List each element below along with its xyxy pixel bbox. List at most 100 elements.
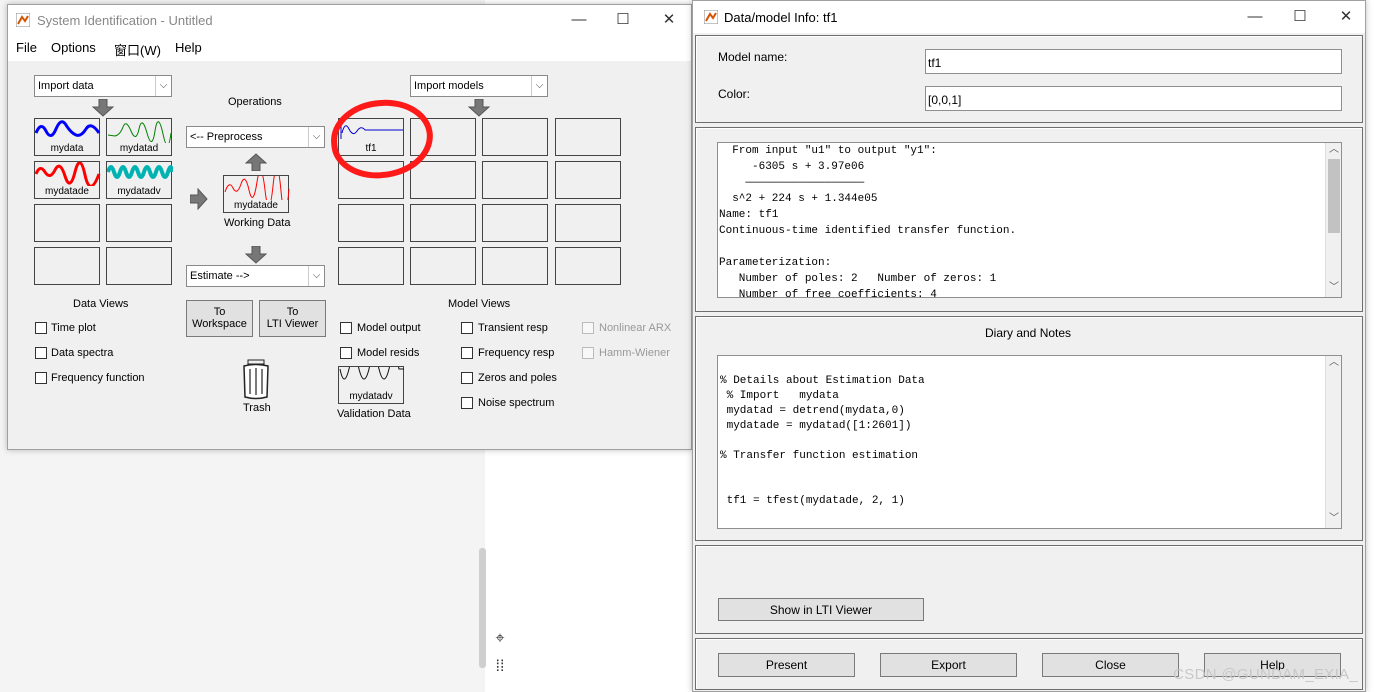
desktop-background-right <box>1365 0 1374 692</box>
data-tile-empty[interactable] <box>34 204 100 242</box>
model-name-field[interactable]: tf1 <box>925 49 1342 74</box>
zeros-and-poles-checkbox[interactable] <box>461 372 473 384</box>
chevron-down-icon: ⌵ <box>155 76 171 96</box>
to-lti-viewer-button[interactable]: To LTI Viewer <box>259 300 326 337</box>
frequency-function-checkbox[interactable] <box>35 372 47 384</box>
model-tile-empty[interactable] <box>482 204 548 242</box>
chevron-down-icon: ⌵ <box>308 127 324 147</box>
text-line: tf1 = tfest(mydatade, 2, 1) <box>720 495 905 507</box>
text-line: % Import mydata <box>720 390 839 402</box>
model-tile-empty[interactable] <box>482 247 548 285</box>
crosshair-icon[interactable]: ⌖ <box>490 630 510 650</box>
scroll-thumb[interactable] <box>1328 159 1340 233</box>
model-tile-empty[interactable] <box>410 247 476 285</box>
model-tile-empty[interactable] <box>338 247 404 285</box>
zeros-and-poles-label: Zeros and poles <box>478 372 557 384</box>
background-scrollbar[interactable] <box>479 548 486 668</box>
frequency-resp-checkbox[interactable] <box>461 347 473 359</box>
model-tile-empty[interactable] <box>555 118 621 156</box>
data-tile-empty[interactable] <box>106 204 172 242</box>
nonlinear-arx-checkbox <box>582 322 594 334</box>
minimize-icon[interactable]: — <box>1240 7 1270 27</box>
maximize-icon[interactable]: ☐ <box>608 10 638 30</box>
scroll-down-icon[interactable]: ﹀ <box>1326 513 1341 527</box>
model-info-textbox[interactable]: From input "u1" to output "y1": -6305 s … <box>717 142 1342 298</box>
diary-notes-textbox[interactable]: % Details about Estimation Data % Import… <box>717 355 1342 529</box>
data-tile-mydatad[interactable]: mydatad <box>106 118 172 156</box>
watermark-text: CSDN @GUNDAM_EXIA_ <box>1173 666 1358 683</box>
import-data-label: Import data <box>38 80 94 92</box>
transient-resp-checkbox[interactable] <box>461 322 473 334</box>
diary-notes-title: Diary and Notes <box>985 326 1072 340</box>
present-button[interactable]: Present <box>718 653 855 677</box>
text-line: -6305 s + 3.97e06 <box>719 161 865 173</box>
data-spectra-label: Data spectra <box>51 347 114 359</box>
operations-label: Operations <box>228 96 282 108</box>
data-tile-empty[interactable] <box>106 247 172 285</box>
estimate-label: Estimate --> <box>190 270 250 282</box>
text-line: —————————————————— <box>719 177 865 189</box>
model-tile-empty[interactable] <box>555 161 621 199</box>
model-tile-empty[interactable] <box>555 204 621 242</box>
model-tile-empty[interactable] <box>555 247 621 285</box>
diary-scrollbar[interactable]: ︿ ﹀ <box>1325 356 1341 528</box>
data-tile-mydatadv[interactable]: mydatadv <box>106 161 173 199</box>
model-tile-empty[interactable] <box>338 204 404 242</box>
close-icon[interactable]: ✕ <box>654 10 684 30</box>
noise-spectrum-checkbox[interactable] <box>461 397 473 409</box>
color-field[interactable]: [0,0,1] <box>925 86 1342 111</box>
fit-icon[interactable]: ⁞⁞ <box>490 658 510 678</box>
chevron-down-icon: ⌵ <box>308 266 324 286</box>
time-plot-checkbox[interactable] <box>35 322 47 334</box>
text-line: mydatad = detrend(mydata,0) <box>720 405 905 417</box>
model-resids-checkbox[interactable] <box>340 347 352 359</box>
trash-icon[interactable] <box>240 359 272 401</box>
working-data-tile[interactable]: mydatade <box>223 175 290 213</box>
model-tile-empty[interactable] <box>410 204 476 242</box>
model-info-scrollbar[interactable]: ︿ ﹀ <box>1325 143 1341 297</box>
scroll-down-icon[interactable]: ﹀ <box>1326 282 1341 296</box>
import-models-dropdown[interactable]: Import models ⌵ <box>410 75 548 97</box>
scroll-up-icon[interactable]: ︿ <box>1326 357 1341 371</box>
estimate-dropdown[interactable]: Estimate --> ⌵ <box>186 265 325 287</box>
data-tile-empty[interactable] <box>34 247 100 285</box>
window-title: Data/model Info: tf1 <box>724 10 838 25</box>
matlab-icon <box>704 10 718 24</box>
data-tile-mydatade[interactable]: mydatade <box>34 161 101 199</box>
text-line: Name: tf1 <box>719 209 779 221</box>
show-in-lti-viewer-button[interactable]: Show in LTI Viewer <box>718 598 924 621</box>
text-line: From input "u1" to output "y1": <box>719 145 937 157</box>
text-line: mydatade = mydatad([1:2601]) <box>720 420 912 432</box>
matlab-icon <box>16 13 30 27</box>
menu-help[interactable]: Help <box>175 40 202 55</box>
data-model-info-window: Data/model Info: tf1 — ☐ ✕ Model name: t… <box>692 0 1366 692</box>
close-icon[interactable]: ✕ <box>1331 7 1361 27</box>
scroll-up-icon[interactable]: ︿ <box>1326 144 1341 158</box>
signal-plot-icon <box>107 165 173 179</box>
model-tile-empty[interactable] <box>482 161 548 199</box>
text-line: Continuous-time identified transfer func… <box>719 225 1017 237</box>
menu-file[interactable]: File <box>16 40 37 55</box>
to-workspace-button[interactable]: To Workspace <box>186 300 253 337</box>
validation-data-tile[interactable]: mydatadv <box>338 366 404 404</box>
model-tile-empty[interactable] <box>410 161 476 199</box>
text-line: Number of free coefficients: 4 <box>719 289 937 298</box>
menu-window[interactable]: 窗口(W) <box>114 40 161 59</box>
model-tile-empty[interactable] <box>482 118 548 156</box>
model-output-checkbox[interactable] <box>340 322 352 334</box>
validation-data-caption: Validation Data <box>337 408 411 420</box>
preprocess-dropdown[interactable]: <-- Preprocess ⌵ <box>186 126 325 148</box>
import-data-dropdown[interactable]: Import data ⌵ <box>34 75 172 97</box>
signal-plot-icon <box>107 121 172 143</box>
menu-options[interactable]: Options <box>51 40 96 55</box>
trash-label: Trash <box>243 402 271 414</box>
export-button[interactable]: Export <box>880 653 1017 677</box>
text-line: Parameterization: <box>719 257 832 269</box>
close-button[interactable]: Close <box>1042 653 1179 677</box>
signal-plot-icon <box>224 176 290 200</box>
maximize-icon[interactable]: ☐ <box>1285 7 1315 27</box>
minimize-icon[interactable]: — <box>564 10 594 30</box>
text-line: % Transfer function estimation <box>720 450 919 462</box>
data-spectra-checkbox[interactable] <box>35 347 47 359</box>
data-tile-mydata[interactable]: mydata <box>34 118 101 156</box>
